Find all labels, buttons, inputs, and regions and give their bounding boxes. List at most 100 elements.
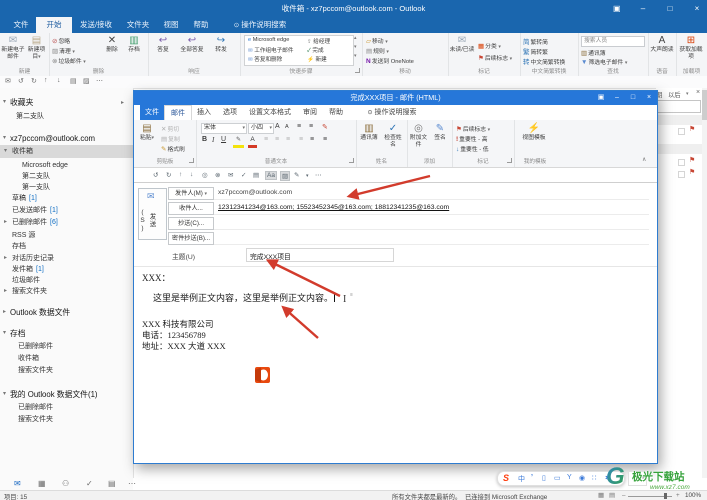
quick-step-edge[interactable]: e Microsoft edge	[248, 37, 304, 43]
attach-icon[interactable]: ⊗	[215, 171, 220, 179]
follow-up-button[interactable]: ⚑后续标志 ▾	[456, 124, 490, 133]
unread-read-button[interactable]: ✉ 未读/已读	[449, 35, 475, 54]
tab-format-text[interactable]: 设置文本格式	[243, 105, 297, 120]
qat-redo-icon[interactable]: ↻	[31, 77, 37, 85]
archive-store-header[interactable]: ▾ 存档	[0, 327, 143, 340]
gallery-up-icon[interactable]: ▴	[354, 35, 357, 41]
ignore-button[interactable]: ⊘忽略	[52, 36, 70, 45]
settings-gear-icon[interactable]: ✱	[605, 474, 611, 482]
to-value[interactable]: 12312341234@163.com; 15523452345@163.com…	[218, 204, 449, 211]
redo-icon[interactable]: ↻	[166, 171, 171, 179]
search-mail-input[interactable]	[657, 100, 701, 113]
tab-file[interactable]: 文件	[6, 17, 36, 33]
tab-send-receive[interactable]: 发送/接收	[72, 17, 120, 33]
junk-button[interactable]: ⊗垃圾邮件 ▾	[52, 56, 86, 65]
tab-insert[interactable]: 插入	[191, 105, 217, 120]
quick-step-done[interactable]: ✓ 完成	[307, 46, 351, 54]
underline-button[interactable]: U	[221, 136, 226, 143]
distributed-icon[interactable]: ≡	[323, 136, 327, 143]
nav-more-icon[interactable]: ⋯	[128, 479, 136, 488]
attach-file-button[interactable]: ◎ 附加文件	[408, 123, 429, 148]
high-importance-button[interactable]: !重要性 - 高	[456, 134, 488, 143]
microphone-icon[interactable]: ▯	[542, 474, 546, 482]
traditional-to-simplified-button[interactable]: 简繁转简	[523, 36, 548, 46]
minimize-button[interactable]: –	[633, 0, 653, 17]
increase-indent-icon[interactable]: ≡	[310, 136, 314, 143]
align-center-icon[interactable]: ≡	[275, 136, 279, 143]
undo-icon[interactable]: ↺	[153, 171, 158, 179]
collapse-pane-icon[interactable]: ▸	[121, 99, 124, 106]
tab-view[interactable]: 视图	[156, 17, 186, 33]
font-size-select[interactable]: 小四 ▾	[248, 123, 274, 134]
address-book-button[interactable]: ▥ 通讯簿	[358, 123, 380, 142]
previous-item-icon[interactable]: ↑	[179, 171, 182, 178]
categorize-button[interactable]: ▦分类 ▾	[478, 41, 501, 50]
view-reading-icon[interactable]: ▤	[609, 492, 615, 499]
cleanup-button[interactable]: ▨清理 ▾	[52, 46, 75, 55]
minimize-button[interactable]: –	[609, 91, 625, 105]
copy-button[interactable]: ▤复制	[161, 134, 180, 143]
message-checkbox[interactable]	[678, 159, 685, 166]
subject-input[interactable]: 完成XXX项目	[246, 248, 394, 262]
zoom-out-icon[interactable]: –	[622, 492, 626, 499]
sort-newest-label[interactable]: 以后	[668, 90, 681, 99]
circle-icon[interactable]: ◉	[579, 474, 585, 482]
rules-button[interactable]: ▤规则 ▾	[366, 46, 389, 55]
tab-review[interactable]: 审阅	[297, 105, 323, 120]
highlight-color-button[interactable]: ✎	[233, 136, 244, 148]
new-item-button[interactable]: ▤ 新建项目▾	[25, 35, 48, 60]
flag-icon[interactable]: ⚑	[689, 125, 695, 133]
zoom-icon[interactable]: ◎	[202, 171, 208, 179]
sort-caret-icon[interactable]: ▾	[686, 91, 689, 97]
number-list-icon[interactable]: ≡	[309, 123, 313, 130]
read-aloud-button[interactable]: A 大声朗读	[649, 35, 675, 54]
bold-button[interactable]: B	[202, 136, 207, 143]
check-names-button[interactable]: ✓ 检查姓名	[382, 123, 404, 148]
nav-notes-icon[interactable]: ▤	[108, 479, 116, 488]
align-right-icon[interactable]: ≡	[286, 136, 290, 143]
signature-button[interactable]: ✎ 签名	[430, 123, 450, 142]
qat-dropdown-icon[interactable]: ▾	[306, 173, 309, 179]
message-body[interactable]: XXX： 这里是举例正文内容，这里是举例正文内容。 XXX 科技有限公司 电话：…	[134, 267, 657, 462]
sidebar-item-fav-team2[interactable]: 第二支队	[0, 110, 149, 123]
dialog-launcher-icon[interactable]	[355, 68, 360, 73]
picture-button[interactable]: ▨	[280, 171, 291, 181]
from-button[interactable]: 发件人(M) ▾	[168, 187, 214, 200]
align-left-icon[interactable]: ≡	[264, 136, 268, 143]
new-email-button[interactable]: ✉ 新建电子邮件	[1, 35, 25, 60]
sidebar-item-inbox[interactable]: ▾ 收件箱	[0, 145, 145, 158]
view-templates-button[interactable]: ⚡ 视图模板	[519, 123, 549, 142]
search-people-input[interactable]: 搜索人员	[581, 36, 645, 47]
qat-next-icon[interactable]: ↓	[57, 77, 61, 84]
archive-button[interactable]: ▥ 存档	[123, 35, 145, 54]
data-file-header[interactable]: ▸ Outlook 数据文件	[0, 306, 143, 319]
sogou-input-toolbar[interactable]: S 中 ’ ▯ ▭ Y ◉ ∷ ✱	[497, 471, 625, 486]
tab-folder[interactable]: 文件夹	[120, 17, 156, 33]
case-toggle-button[interactable]: Aa	[265, 171, 277, 180]
font-color-button[interactable]: A	[248, 136, 257, 148]
bullet-list-icon[interactable]: ≡	[297, 123, 301, 130]
message-checkbox[interactable]	[678, 171, 685, 178]
follow-up-button[interactable]: ⚑后续标志 ▾	[478, 53, 512, 62]
move-button[interactable]: ▱移动 ▾	[366, 36, 388, 45]
my-data-file-header[interactable]: ▾ 我的 Outlook 数据文件(1)	[0, 388, 143, 401]
reply-button[interactable]: ↩ 答复	[150, 35, 176, 54]
bcc-button[interactable]: 密件抄送(B)...	[168, 232, 214, 245]
zoom-slider-thumb[interactable]	[664, 493, 667, 499]
mail-icon[interactable]: ✉	[228, 171, 233, 179]
send-to-onenote-button[interactable]: N发送到 OneNote	[366, 56, 414, 65]
nav-mail-icon[interactable]: ✉	[14, 479, 21, 488]
nav-calendar-icon[interactable]: ▦	[38, 479, 46, 488]
low-importance-button[interactable]: ↓重要性 - 低	[456, 144, 489, 153]
filter-email-button[interactable]: ▼筛选电子邮件 ▾	[581, 57, 627, 66]
to-button[interactable]: 收件人...	[168, 202, 214, 215]
qat-mail-icon[interactable]: ✉	[5, 77, 11, 85]
grow-font-icon[interactable]: A	[275, 123, 280, 130]
cut-button[interactable]: ✕剪切	[161, 124, 179, 133]
account-header[interactable]: ▾ xz7pccom@outlook.com	[0, 132, 143, 145]
collapse-ribbon-icon[interactable]: ∧	[642, 156, 646, 163]
decrease-indent-icon[interactable]: ≡	[299, 136, 303, 143]
tab-help[interactable]: 帮助	[323, 105, 349, 120]
tell-me-search[interactable]: ⊙ 操作说明搜索	[222, 17, 298, 33]
toolbox-icon[interactable]: ∷	[592, 474, 596, 482]
